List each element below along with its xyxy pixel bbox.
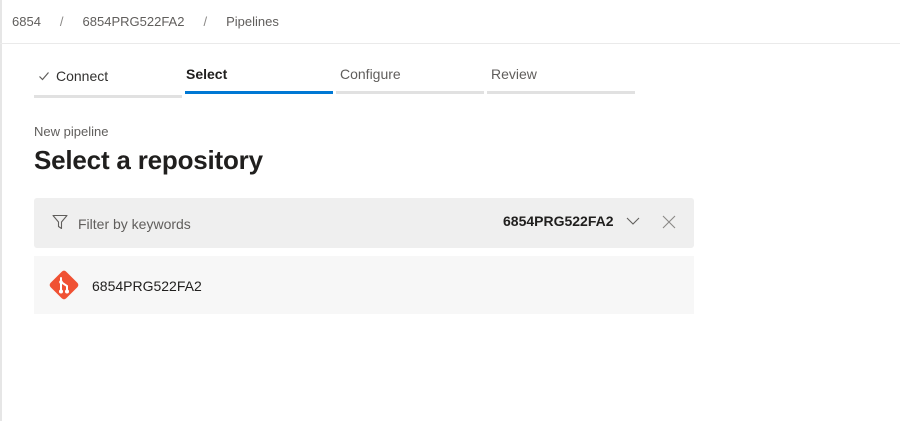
step-review[interactable]: Review [487, 60, 635, 94]
step-progress-bar [336, 91, 484, 94]
close-icon[interactable] [662, 215, 676, 229]
git-icon [49, 270, 79, 300]
step-progress-bar [34, 95, 182, 98]
page-subtitle: New pipeline [34, 124, 109, 139]
breadcrumb-project[interactable]: 6854PRG522FA2 [83, 14, 185, 29]
breadcrumb-organization[interactable]: 6854 [12, 14, 41, 29]
repository-scope-dropdown[interactable]: 6854PRG522FA2 [503, 213, 640, 229]
wizard-steps: Connect Select Configure Review [34, 60, 638, 98]
step-label: Connect [56, 68, 109, 84]
filter-bar: 6854PRG522FA2 [34, 198, 694, 248]
step-configure[interactable]: Configure [336, 60, 484, 94]
step-label: Configure [340, 66, 401, 82]
repository-name: 6854PRG522FA2 [92, 278, 202, 294]
repository-list-item[interactable]: 6854PRG522FA2 [34, 256, 694, 314]
breadcrumb-separator: / [59, 14, 64, 29]
breadcrumb-pipelines[interactable]: Pipelines [226, 14, 279, 29]
step-label: Review [491, 66, 537, 82]
filter-input[interactable] [76, 212, 380, 236]
step-progress-bar [185, 91, 333, 94]
filter-icon [52, 214, 68, 230]
scope-label: 6854PRG522FA2 [503, 213, 614, 229]
check-icon [39, 72, 49, 81]
step-connect[interactable]: Connect [34, 60, 182, 98]
breadcrumb-separator: / [203, 14, 208, 29]
chevron-down-icon [626, 217, 639, 225]
breadcrumb: 6854 / 6854PRG522FA2 / Pipelines [0, 0, 900, 44]
step-select[interactable]: Select [185, 60, 333, 94]
left-border [0, 0, 2, 421]
page-title: Select a repository [34, 145, 263, 175]
step-label: Select [186, 66, 228, 82]
step-progress-bar [487, 91, 635, 94]
